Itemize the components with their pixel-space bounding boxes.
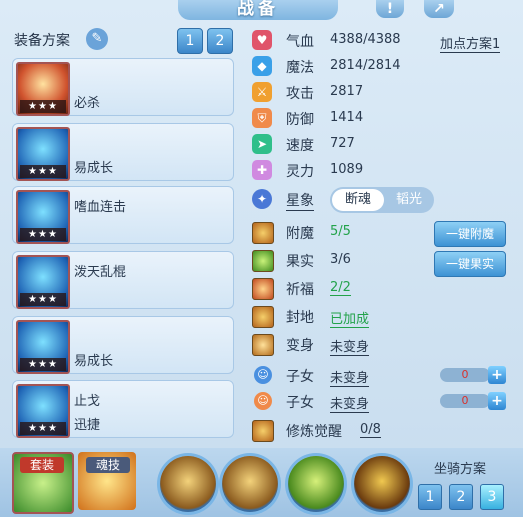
- fruit-label: 果实: [286, 254, 314, 270]
- transform-value[interactable]: 未变身: [330, 336, 370, 356]
- equip-slot-6[interactable]: ★★★ 止戈 迅捷: [12, 380, 234, 438]
- mount-scheme-title: 坐骑方案: [434, 462, 487, 477]
- child-bar: 0: [440, 394, 490, 408]
- mount-slot-4[interactable]: [354, 456, 410, 512]
- one-click-enchant-button[interactable]: 一键附魔: [434, 221, 506, 247]
- item-icon: ★★★: [16, 320, 70, 374]
- stat-value: 2817: [330, 84, 364, 99]
- stat-value: 1089: [330, 162, 364, 177]
- child-icon: ☺: [254, 392, 272, 410]
- slot-skill-name: 必杀: [74, 96, 101, 111]
- stars: ★★★: [20, 228, 66, 241]
- stat-label: 速度: [286, 138, 314, 154]
- star-sign-toggle: 断魂 韬光: [330, 187, 434, 213]
- slot-skill-name: 泼天乱棍: [74, 265, 127, 280]
- equip-slot-4[interactable]: ★★★ 泼天乱棍: [12, 251, 234, 309]
- fief-label: 封地: [286, 310, 314, 326]
- slot-skill-name: 止戈: [74, 394, 101, 409]
- star-sign-icon: ✦: [252, 189, 272, 209]
- equip-scheme-2-button[interactable]: 2: [207, 28, 233, 54]
- equip-slot-2[interactable]: ★★★ 易成长: [12, 123, 234, 181]
- stat-label: 防御: [286, 112, 314, 128]
- equip-slot-1[interactable]: ★★★ 必杀: [12, 58, 234, 116]
- one-click-fruit-button[interactable]: 一键果实: [434, 251, 506, 277]
- stat-label: 气血: [286, 34, 314, 50]
- transform-icon: [252, 334, 274, 356]
- speed-icon: ➤: [252, 134, 272, 154]
- mount-slot-3[interactable]: [288, 456, 344, 512]
- slot-skill-name: 嗜血连击: [74, 200, 127, 215]
- child-value[interactable]: 未变身: [330, 393, 370, 413]
- equip-slot-5[interactable]: ★★★ 易成长: [12, 316, 234, 374]
- enchant-value: 5/5: [330, 224, 351, 239]
- edit-icon[interactable]: ✎: [86, 28, 108, 50]
- share-icon[interactable]: ↗: [424, 0, 454, 18]
- stars: ★★★: [20, 100, 66, 113]
- child-label: 子女: [286, 369, 314, 385]
- slot-skill-name: 易成长: [74, 354, 114, 369]
- item-icon: ★★★: [16, 127, 70, 181]
- blessing-label: 祈福: [286, 282, 314, 298]
- heart-icon: ♥: [252, 30, 272, 50]
- page-title: 战备: [178, 0, 338, 20]
- soul-skill-tag: 魂技: [86, 457, 130, 473]
- attack-icon: ⚔: [252, 82, 272, 102]
- star-option-taoguang[interactable]: 韬光: [386, 189, 432, 211]
- item-icon: ★★★: [16, 255, 70, 309]
- cultivation-label: 修炼觉醒: [286, 424, 342, 440]
- fruit-icon: [252, 250, 274, 272]
- defense-icon: ⛨: [252, 108, 272, 128]
- slot-skill-name-2: 迅捷: [74, 418, 101, 433]
- mount-slot-1[interactable]: [160, 456, 216, 512]
- fruit-value: 3/6: [330, 252, 351, 267]
- item-icon: ★★★: [16, 384, 70, 438]
- stars: ★★★: [20, 422, 66, 435]
- child-label: 子女: [286, 395, 314, 411]
- equip-scheme-title: 装备方案: [14, 33, 70, 49]
- fief-icon: [252, 306, 274, 328]
- fief-value[interactable]: 已加成: [330, 308, 370, 328]
- stat-value: 1414: [330, 110, 364, 125]
- enchant-label: 附魔: [286, 226, 314, 242]
- stat-value: 727: [330, 136, 355, 151]
- enchant-icon: [252, 222, 274, 244]
- equip-scheme-1-button[interactable]: 1: [177, 28, 203, 54]
- item-icon: ★★★: [16, 62, 70, 116]
- plus-icon[interactable]: +: [488, 392, 506, 410]
- star-option-duanhun[interactable]: 断魂: [332, 189, 384, 211]
- child-bar: 0: [440, 368, 490, 382]
- cultivation-value[interactable]: 0/8: [360, 422, 381, 438]
- item-icon: ★★★: [16, 190, 70, 244]
- slot-skill-name: 易成长: [74, 161, 114, 176]
- stat-value: 4388/4388: [330, 32, 401, 47]
- stars: ★★★: [20, 358, 66, 371]
- help-icon[interactable]: !: [376, 0, 404, 18]
- blessing-icon: [252, 278, 274, 300]
- mount-slot-2[interactable]: [222, 456, 278, 512]
- cultivation-icon: [252, 420, 274, 442]
- equip-slot-3[interactable]: ★★★ 嗜血连击: [12, 186, 234, 244]
- stars: ★★★: [20, 165, 66, 178]
- mount-scheme-1-button[interactable]: 1: [418, 484, 442, 510]
- stat-label: 攻击: [286, 86, 314, 102]
- diamond-icon: ◆: [252, 56, 272, 76]
- transform-label: 变身: [286, 338, 314, 354]
- child-value[interactable]: 未变身: [330, 367, 370, 387]
- blessing-value[interactable]: 2/2: [330, 280, 351, 296]
- plus-icon[interactable]: +: [488, 366, 506, 384]
- add-points-plan-link[interactable]: 加点方案1: [440, 33, 501, 53]
- stars: ★★★: [20, 293, 66, 306]
- spirit-icon: ✚: [252, 160, 272, 180]
- stat-label: 魔法: [286, 60, 314, 76]
- stat-value: 2814/2814: [330, 58, 401, 73]
- mount-scheme-2-button[interactable]: 2: [449, 484, 473, 510]
- child-icon: ☺: [254, 366, 272, 384]
- stat-label: 灵力: [286, 164, 314, 180]
- mount-scheme-3-button[interactable]: 3: [480, 484, 504, 510]
- set-tag: 套装: [20, 457, 64, 473]
- star-sign-label[interactable]: 星象: [286, 190, 314, 211]
